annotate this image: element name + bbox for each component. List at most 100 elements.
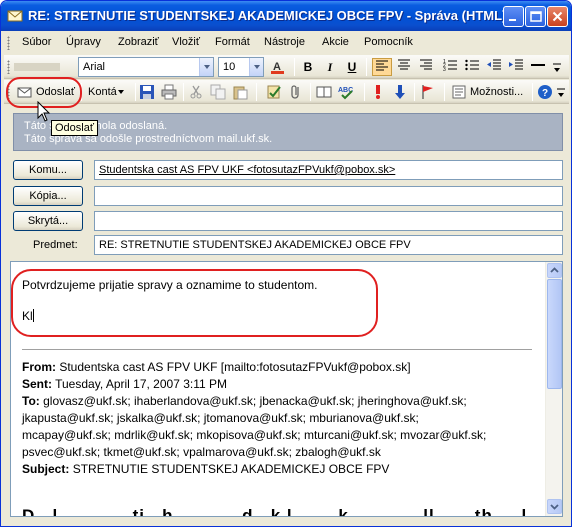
font-color-icon[interactable]: A — [270, 59, 286, 75]
quoted-to-line-4: psvec@ukf.sk; tkmet@ukf.sk; vpalmarova@u… — [22, 445, 381, 459]
bcc-button[interactable]: Skrytá... — [13, 211, 83, 231]
font-dropdown-arrow[interactable] — [199, 58, 213, 76]
cc-field[interactable] — [94, 186, 563, 206]
bulleted-list-icon — [465, 59, 479, 71]
toolbar-separator — [366, 58, 367, 76]
minimize-icon — [509, 19, 516, 21]
horizontal-line-button[interactable] — [528, 58, 548, 76]
chevron-up-icon — [550, 267, 559, 273]
partial-heading: D l ti h d k l k ll th l — [22, 506, 528, 517]
maximize-icon — [530, 11, 542, 22]
send-tooltip: Odoslať — [51, 120, 98, 136]
quote-separator — [22, 349, 532, 350]
menu-akcie[interactable]: Akcie — [322, 36, 349, 48]
save-icon[interactable] — [139, 84, 155, 100]
cut-icon[interactable] — [188, 84, 204, 100]
align-center-button[interactable] — [394, 58, 414, 76]
underline-button[interactable]: U — [342, 58, 362, 76]
font-combo[interactable]: Arial — [78, 57, 214, 77]
quoted-subject: Subject: STRETNUTIE STUDENTSKEJ AKADEMIC… — [22, 461, 486, 478]
bullets-button[interactable] — [462, 58, 482, 76]
scroll-thumb[interactable] — [547, 279, 562, 389]
options-label: Možnosti... — [470, 86, 524, 98]
typing-text: Kl — [22, 309, 34, 323]
menu-upravy[interactable]: Úpravy — [66, 36, 101, 48]
bcc-field[interactable] — [94, 211, 563, 231]
menu-format[interactable]: Formát — [215, 36, 250, 48]
paste-icon[interactable] — [232, 84, 248, 100]
sent-label: Sent: — [22, 377, 52, 391]
print-icon[interactable] — [161, 84, 177, 100]
menu-grip[interactable] — [7, 36, 10, 50]
flag-icon[interactable] — [420, 84, 436, 100]
toolbar-separator — [310, 83, 311, 101]
text-cursor — [32, 309, 34, 322]
menu-nastroje[interactable]: Nástroje — [264, 36, 305, 48]
quoted-sent: Sent: Tuesday, April 17, 2007 3:11 PM — [22, 376, 486, 393]
numbering-button[interactable]: 123 — [440, 58, 460, 76]
quoted-from: From: Studentska cast AS FPV UKF [mailto… — [22, 359, 486, 376]
decrease-indent-button[interactable] — [484, 58, 504, 76]
spell-check-icon[interactable]: ABC — [338, 84, 354, 100]
attach-file-icon[interactable] — [288, 84, 304, 100]
low-importance-icon[interactable] — [392, 84, 408, 100]
numbered-list-icon: 123 — [443, 59, 457, 73]
scroll-up-button[interactable] — [547, 263, 562, 278]
to-line-1: glovasz@ukf.sk; ihaberlandova@ukf.sk; jb… — [43, 394, 467, 408]
align-left-button[interactable] — [372, 58, 392, 76]
options-icon — [452, 85, 466, 99]
vertical-scrollbar[interactable] — [545, 262, 562, 516]
toolbar-grip[interactable] — [7, 85, 10, 99]
align-center-icon — [398, 59, 410, 70]
info-line-1-end: nola odoslaná. — [95, 120, 168, 132]
envelope-icon — [7, 10, 23, 22]
bold-button[interactable]: B — [298, 58, 318, 76]
subject-label-quoted: Subject: — [22, 462, 70, 476]
toolbar-grip[interactable] — [7, 60, 10, 74]
subject-label: Predmet: — [33, 239, 78, 251]
standard-toolbar: Odoslať Kontá ABC Možnosti... ? — [4, 80, 569, 104]
title-bar[interactable]: RE: STRETNUTIE STUDENTSKEJ AKADEMICKEJ O… — [1, 1, 571, 31]
cc-button[interactable]: Kópia... — [13, 186, 83, 206]
sent-value: Tuesday, April 17, 2007 3:11 PM — [55, 377, 228, 391]
send-label: Odoslať — [36, 86, 75, 98]
accounts-button[interactable]: Kontá — [84, 82, 128, 102]
menu-pomocnik[interactable]: Pomocník — [364, 36, 413, 48]
mouse-cursor-icon — [37, 101, 51, 122]
menu-zobrazit[interactable]: Zobraziť — [118, 36, 159, 48]
copy-icon[interactable] — [210, 84, 226, 100]
options-button[interactable]: Možnosti... — [448, 82, 530, 102]
info-line-1: Táto s nola odoslaná. — [24, 120, 552, 133]
menu-vlozit[interactable]: Vložiť — [172, 36, 200, 48]
minimize-button[interactable] — [503, 6, 524, 27]
scroll-down-button[interactable] — [547, 499, 562, 514]
close-button[interactable] — [547, 6, 568, 27]
align-right-button[interactable] — [416, 58, 436, 76]
menu-bar: Súbor Úpravy Zobraziť Vložiť Formát Nást… — [4, 32, 569, 54]
font-size-combo[interactable]: 10 — [218, 57, 264, 77]
font-size-dropdown-arrow[interactable] — [249, 58, 263, 76]
check-names-icon[interactable] — [266, 84, 282, 100]
align-left-icon — [376, 60, 388, 71]
send-button[interactable]: Odoslať — [14, 82, 77, 102]
info-line-2: Táto správa sa odošle prostredníctvom ma… — [24, 133, 273, 145]
to-field[interactable]: Studentska cast AS FPV UKF <fotosutazFPV… — [94, 160, 563, 180]
to-button[interactable]: Komu... — [13, 160, 83, 180]
to-label: To: — [22, 394, 40, 408]
high-importance-icon[interactable] — [370, 84, 386, 100]
toolbar-options-icon[interactable] — [556, 84, 566, 100]
increase-indent-button[interactable] — [506, 58, 526, 76]
help-icon[interactable]: ? — [537, 84, 553, 100]
italic-button[interactable]: I — [320, 58, 340, 76]
from-label: From: — [22, 360, 56, 374]
font-value: Arial — [83, 61, 106, 73]
close-icon — [552, 11, 563, 22]
toolbar-separator — [81, 83, 82, 101]
maximize-button[interactable] — [525, 6, 546, 27]
subject-field[interactable]: RE: STRETNUTIE STUDENTSKEJ AKADEMICKEJ O… — [94, 235, 563, 255]
toolbar-options-icon[interactable] — [552, 59, 562, 75]
quoted-to: To: glovasz@ukf.sk; ihaberlandova@ukf.sk… — [22, 393, 486, 410]
menu-subor[interactable]: Súbor — [22, 36, 51, 48]
message-body[interactable]: Potvrdzujeme prijatie spravy a oznamime … — [10, 261, 563, 517]
address-book-icon[interactable] — [316, 84, 332, 100]
